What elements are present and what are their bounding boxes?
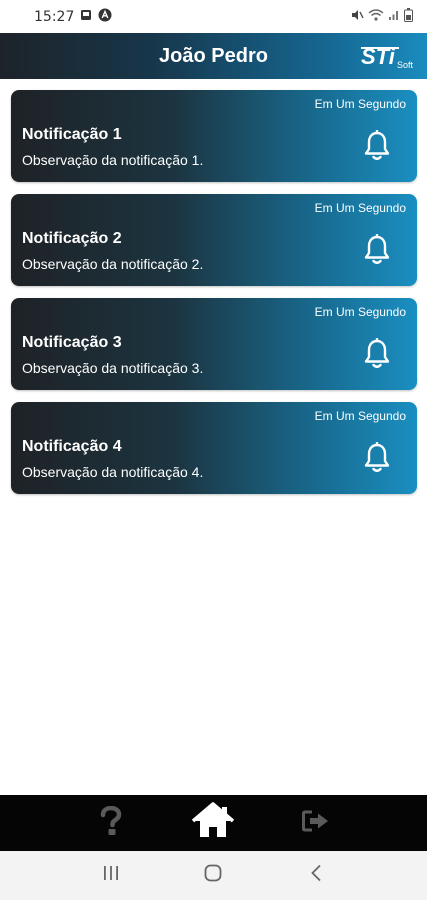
status-bar: 15:27: [0, 0, 427, 33]
system-nav-bar: [0, 851, 427, 900]
help-icon: [99, 805, 123, 841]
battery-icon: [404, 7, 413, 26]
notification-title: Notificação 3: [22, 334, 122, 351]
logo-main-text: STi: [361, 44, 396, 69]
logout-button[interactable]: [291, 800, 341, 846]
mute-icon: [350, 8, 364, 26]
notification-card[interactable]: Em Um Segundo Notificação 4 Observação d…: [11, 402, 417, 494]
logout-icon: [301, 809, 331, 838]
notification-time: Em Um Segundo: [314, 201, 406, 215]
help-button[interactable]: [86, 800, 136, 846]
a-badge-icon: [98, 8, 112, 26]
notification-description: Observação da notificação 1.: [22, 152, 204, 168]
bell-icon: [363, 337, 391, 370]
notification-title: Notificação 4: [22, 438, 122, 455]
logo-sub-text: Soft: [397, 60, 414, 70]
notification-time: Em Um Segundo: [314, 409, 406, 423]
home-icon: [191, 801, 235, 845]
home-button[interactable]: [188, 800, 238, 846]
bell-icon: [363, 441, 391, 474]
signal-icon: [388, 9, 400, 25]
notification-title: Notificação 2: [22, 230, 122, 247]
notification-description: Observação da notificação 2.: [22, 256, 204, 272]
app-header: João Pedro STi Soft: [0, 33, 427, 79]
bell-icon: [363, 129, 391, 162]
system-home-button[interactable]: [193, 856, 233, 896]
recents-icon: [102, 865, 120, 886]
notification-description: Observação da notificação 3.: [22, 360, 204, 376]
gallery-icon: [80, 9, 92, 25]
bell-icon: [363, 233, 391, 266]
notification-list: Em Um Segundo Notificação 1 Observação d…: [11, 90, 417, 506]
back-icon: [310, 864, 322, 887]
home-circle-icon: [204, 864, 222, 887]
notification-time: Em Um Segundo: [314, 305, 406, 319]
page-title: João Pedro: [159, 44, 268, 67]
status-time: 15:27: [34, 8, 75, 25]
notification-description: Observação da notificação 4.: [22, 464, 204, 480]
wifi-icon: [368, 8, 384, 26]
back-button[interactable]: [296, 856, 336, 896]
bottom-nav: [0, 795, 427, 851]
recents-button[interactable]: [91, 856, 131, 896]
notification-title: Notificação 1: [22, 126, 122, 143]
notification-card[interactable]: Em Um Segundo Notificação 2 Observação d…: [11, 194, 417, 286]
notification-card[interactable]: Em Um Segundo Notificação 1 Observação d…: [11, 90, 417, 182]
sti-soft-logo: STi Soft: [359, 40, 417, 72]
notification-time: Em Um Segundo: [314, 97, 406, 111]
notification-card[interactable]: Em Um Segundo Notificação 3 Observação d…: [11, 298, 417, 390]
